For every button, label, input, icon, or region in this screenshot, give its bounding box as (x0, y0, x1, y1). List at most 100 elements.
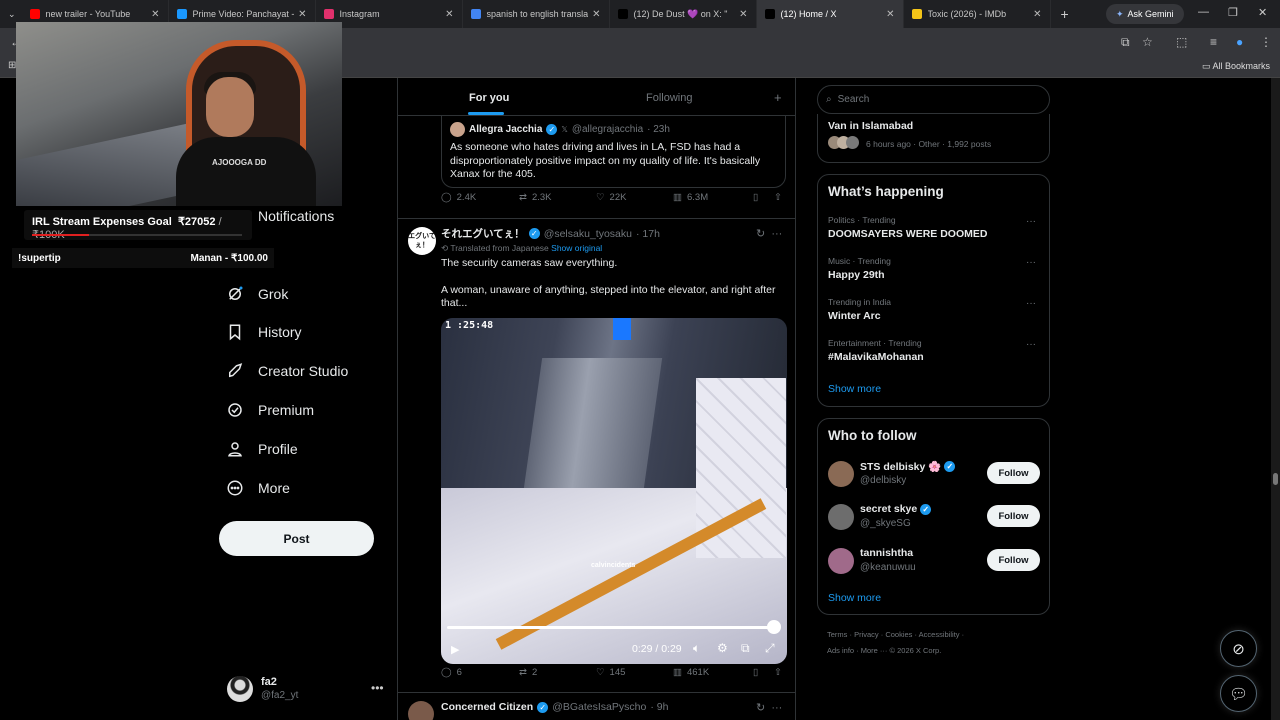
more-dots-icon[interactable]: ··· (1026, 216, 1036, 227)
more-dots-icon[interactable]: ··· (1026, 298, 1036, 309)
new-tab-button[interactable]: + (1051, 6, 1079, 22)
play-icon[interactable]: ▶ (451, 643, 459, 656)
webcam-overlay: AJOOOGA DD (16, 22, 342, 206)
profile-icon[interactable]: ● (1236, 35, 1243, 49)
streamer-head (206, 77, 254, 137)
close-tab-icon[interactable]: ✕ (151, 9, 159, 20)
bookmark-icon (229, 324, 241, 341)
more-dots-icon[interactable]: ··· (1026, 257, 1036, 268)
nav-profile[interactable]: Profile (226, 440, 298, 458)
video-player[interactable]: 1 :25:48 calvincidents ▶ 0:29 / 0:29 🔈︎ … (441, 318, 787, 664)
follow-button[interactable]: Follow (987, 462, 1040, 484)
close-tab-icon[interactable]: ✕ (1033, 9, 1041, 20)
browser-tab[interactable]: Toxic (2026) - IMDb ✕ (904, 0, 1051, 28)
show-more-link[interactable]: Show more (828, 383, 881, 395)
search-input[interactable]: ⌕ Search (817, 85, 1050, 114)
reply-button[interactable]: ◯ 6 (441, 667, 462, 678)
favicon-icon (29, 9, 40, 19)
install-icon[interactable]: ⧉ (1121, 35, 1130, 50)
close-tab-icon[interactable]: ✕ (886, 9, 894, 20)
favicon-icon (323, 9, 334, 19)
footer-links[interactable]: Ads info · More ··· © 2026 X Corp. (827, 646, 941, 655)
bookmark-button[interactable]: ▯ (753, 192, 758, 203)
browser-tab[interactable]: (12) De Dust 💜 on X: " ✕ (610, 0, 757, 28)
bookmark-button[interactable]: ▯ (753, 667, 758, 678)
media-icon[interactable]: ≡ (1210, 35, 1217, 49)
browser-tab[interactable]: spanish to english translati ✕ (463, 0, 610, 28)
tab-for-you[interactable]: For you (469, 92, 509, 104)
volume-icon[interactable]: 🔈︎ (693, 641, 700, 656)
verified-icon (228, 403, 242, 417)
post-menu[interactable]: ↻ ··· (756, 227, 782, 240)
grok-icon (229, 286, 243, 300)
follow-button[interactable]: Follow (987, 549, 1040, 571)
repost-button[interactable]: ⇄ 2 (519, 667, 537, 678)
close-tab-icon[interactable]: ✕ (739, 9, 747, 20)
star-icon[interactable]: ☆ (1142, 35, 1153, 49)
search-icon: ⌕ (826, 94, 832, 105)
nav-more[interactable]: More (226, 479, 290, 497)
account-switcher[interactable]: fa2 @fa2_yt ••• (227, 675, 387, 705)
tab-following[interactable]: Following (646, 92, 692, 104)
verified-badge-icon: ✓ (546, 124, 558, 135)
footer-links[interactable]: Terms · Privacy · Cookies · Accessibilit… (827, 630, 964, 639)
show-original-link[interactable]: Show original (551, 243, 602, 253)
reply-button[interactable]: ◯ 2.4K (441, 192, 476, 203)
reply-icon: ◯ (441, 666, 452, 678)
live-event-card[interactable]: Van in Islamabad 6 hours ago · Other · 1… (817, 114, 1050, 163)
video-scrubber[interactable] (447, 626, 775, 629)
views-button[interactable]: ▥ 6.3M (673, 192, 708, 203)
close-tab-icon[interactable]: ✕ (298, 9, 306, 20)
show-more-link[interactable]: Show more (828, 592, 881, 604)
stream-goal-widget: IRL Stream Expenses Goal ₹27052 / ₹100K (24, 210, 252, 241)
all-bookmarks[interactable]: ▭ All Bookmarks (1202, 61, 1270, 72)
share-button[interactable]: ⇧ (774, 667, 782, 678)
extensions-icon[interactable]: ⬚ (1176, 35, 1187, 49)
nav-grok[interactable]: Grok (226, 285, 288, 303)
follow-suggestion[interactable]: secret skye ✓ @_skyeSG Follow (828, 502, 1040, 536)
scrubber-handle[interactable] (767, 620, 781, 634)
close-tab-icon[interactable]: ✕ (592, 9, 600, 20)
grok-fab-button[interactable]: ⊘ (1220, 630, 1257, 667)
share-icon: ⇧ (774, 666, 782, 678)
repost-icon: ⇄ (519, 666, 527, 678)
folder-icon: ▭ (1201, 61, 1213, 71)
post-menu[interactable]: ↻ ··· (756, 701, 782, 714)
share-button[interactable]: ⇧ (774, 192, 782, 203)
repost-button[interactable]: ⇄ 2.3K (519, 192, 552, 203)
nav-creator-studio[interactable]: Creator Studio (226, 362, 348, 380)
minimize-button[interactable]: — (1198, 6, 1209, 18)
ask-gemini-button[interactable]: ✦ Ask Gemini (1106, 4, 1184, 24)
pip-icon[interactable]: ⧉ (741, 641, 750, 656)
quoted-post[interactable]: Allegra Jacchia ✓ 𝕏 @allegrajacchia · 23… (441, 116, 786, 188)
messages-fab-button[interactable]: 💬︎ (1220, 675, 1257, 712)
settings-gear-icon[interactable]: ⚙ (717, 641, 728, 655)
add-tab-icon[interactable]: + (774, 90, 782, 105)
close-tab-icon[interactable]: ✕ (445, 9, 453, 20)
scrollbar-thumb[interactable] (1273, 473, 1278, 485)
maximize-button[interactable]: ❐ (1228, 6, 1238, 19)
views-button[interactable]: ▥ 461K (673, 667, 709, 678)
reply-icon: ◯ (441, 191, 452, 203)
close-window-button[interactable]: ✕ (1258, 6, 1267, 19)
avatar (846, 136, 859, 149)
page-scrollbar[interactable] (1271, 78, 1280, 720)
share-icon: ⇧ (774, 191, 782, 203)
like-button[interactable]: ♡ 145 (596, 667, 625, 678)
follow-suggestion[interactable]: tannishtha @keanuwuu Follow (828, 546, 1040, 580)
nav-premium[interactable]: Premium (226, 401, 314, 419)
tab-search-icon[interactable]: ⌄ (8, 9, 16, 20)
more-dots-icon[interactable]: ··· (1026, 339, 1036, 350)
more-dots-icon: ··· (771, 228, 783, 240)
browser-tab[interactable]: (12) Home / X ✕ (756, 0, 904, 28)
post-button[interactable]: Post (219, 521, 374, 556)
menu-icon[interactable]: ⋮ (1260, 35, 1272, 49)
like-button[interactable]: ♡ 22K (596, 192, 626, 203)
post[interactable]: Concerned Citizen ✓ @BGatesIsaPyscho · 9… (398, 693, 795, 720)
follow-button[interactable]: Follow (987, 505, 1040, 527)
fullscreen-icon[interactable]: ⤢ (765, 641, 775, 656)
divider (398, 218, 795, 219)
follow-suggestion[interactable]: STS delbisky 🌸 ✓ @delbisky Follow (828, 459, 1040, 493)
heart-icon: ♡ (596, 666, 605, 678)
nav-history[interactable]: History (226, 323, 302, 341)
